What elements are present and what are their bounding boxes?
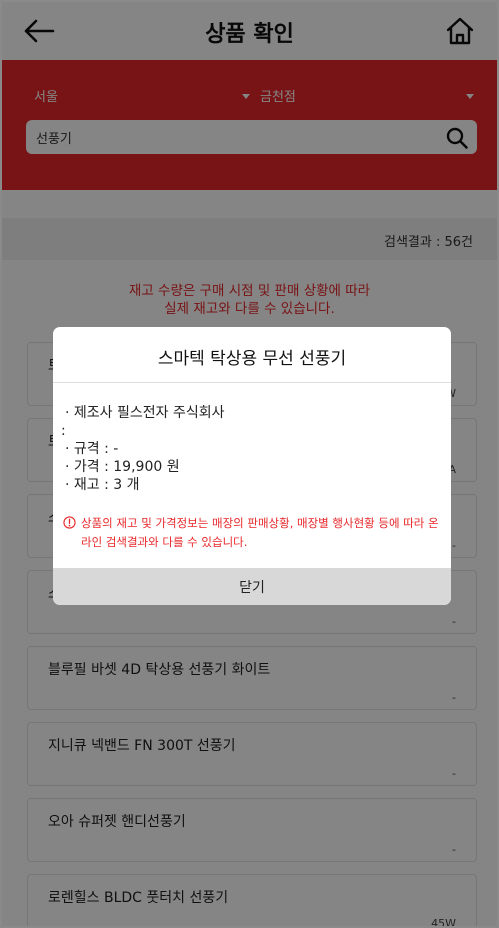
maker-row: · 제조사 필스전자 주식회사: [65, 405, 225, 421]
info-circle-icon: [63, 516, 76, 529]
stock-warning: 상품의 재고 및 가격정보는 매장의 판매상황, 매장별 행사현황 등에 따라 …: [63, 514, 443, 552]
price-row: · 가격 : 19,900 원: [65, 459, 180, 475]
product-info: · 제조사 필스전자 주식회사 : · 규격 : - · 가격 : 19,900…: [61, 404, 225, 494]
stock-row: · 재고 : 3 개: [65, 477, 140, 493]
product-detail-modal: 스마텍 탁상용 무선 선풍기 · 제조사 필스전자 주식회사 : · 규격 : …: [53, 327, 451, 605]
modal-title: 스마텍 탁상용 무선 선풍기: [157, 349, 347, 369]
colon-row: :: [61, 423, 66, 439]
app-frame: 상품 확인 서울 금천점 검색결과 : 56건 재고 수량은 구매 시점: [0, 0, 499, 928]
modal-divider: [53, 382, 451, 383]
warning-text: 상품의 재고 및 가격정보는 매장의 판매상황, 매장별 행사현황 등에 따라 …: [81, 516, 439, 549]
close-button[interactable]: 닫기: [53, 568, 451, 605]
spec-row: · 규격 : -: [65, 441, 119, 457]
